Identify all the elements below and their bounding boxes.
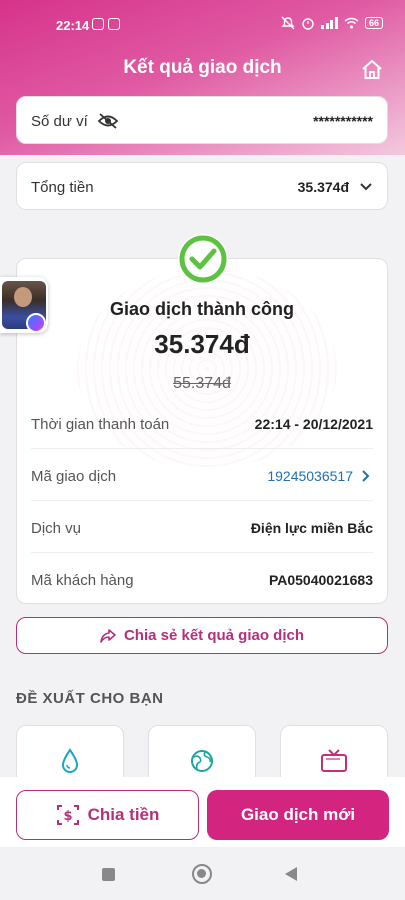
result-amount: 35.374đ [154,329,250,359]
detail-row-customer-id: Mã khách hàng PA05040021683 [31,553,373,605]
split-button-label: Chia tiền [87,805,160,824]
split-bill-icon: $ [56,805,79,825]
detail-row-service: Dịch vụ Điện lực miền Bắc [31,501,373,553]
battery-icon: 66 [364,17,383,29]
recent-apps-button[interactable] [102,868,115,881]
mute-icon [281,16,296,30]
back-button[interactable] [285,867,297,881]
share-icon [100,628,116,643]
tv-icon [321,749,347,772]
messenger-icon [26,313,46,333]
home-nav-button[interactable] [192,864,212,884]
detail-label: Mã giao dịch [31,468,117,485]
wifi-icon [344,17,359,29]
transaction-id-link[interactable]: 19245036517 [267,468,353,484]
signal-icon [321,17,338,29]
status-indicators: 66 [281,16,383,30]
wallet-balance-card: Số dư ví *********** [16,96,388,144]
original-amount: 55.374đ [173,375,231,392]
app-notification-icon [92,18,104,30]
suggestions-title: ĐỀ XUẤT CHO BẠN [16,690,164,707]
share-button-label: Chia sẻ kết quả giao dịch [123,627,305,644]
eye-off-icon[interactable] [97,112,119,130]
detail-row-transaction-id[interactable]: Mã giao dịch 19245036517 [31,449,373,501]
transaction-result-card: Giao dịch thành công 35.374đ 55.374đ Thờ… [16,234,388,605]
suggestion-tv[interactable] [280,725,388,785]
detail-value: Điện lực miền Bắc [250,520,373,536]
new-transaction-label: Giao dịch mới [240,805,356,824]
new-transaction-button[interactable]: Giao dịch mới [207,790,389,840]
globe-icon [191,750,213,772]
svg-text:$: $ [63,809,72,824]
split-money-button[interactable]: $ Chia tiền [16,790,199,840]
chevron-right-icon[interactable] [361,469,371,483]
messenger-chat-head[interactable] [0,277,48,333]
detail-row-payment-time: Thời gian thanh toán 22:14 - 20/12/2021 [31,397,373,449]
detail-value: PA05040021683 [268,572,373,588]
success-check-icon [178,234,228,284]
page-title: Kết quả giao dịch [123,57,282,78]
alarm-icon [302,18,315,30]
detail-label: Thời gian thanh toán [31,416,170,433]
result-status: Giao dịch thành công [110,299,294,319]
system-navigation-bar [0,847,405,900]
water-drop-icon [61,748,79,773]
total-amount-row[interactable]: Tổng tiền 35.374đ [16,162,388,210]
detail-label: Dịch vụ [31,520,82,537]
suggestion-water[interactable] [16,725,124,785]
detail-value: 22:14 - 20/12/2021 [254,416,373,432]
balance-label: Số dư ví [31,113,88,130]
total-label: Tổng tiền [31,179,94,196]
suggestion-internet[interactable] [148,725,256,785]
share-result-button[interactable]: Chia sẻ kết quả giao dịch [16,617,388,654]
app-notification-icon [108,18,120,30]
home-icon[interactable] [360,58,384,82]
status-bar: 22:14 66 [0,0,405,50]
balance-value: *********** [313,113,373,129]
detail-label: Mã khách hàng [31,572,134,589]
status-time: 22:14 [56,18,90,33]
total-value: 35.374đ [297,179,349,195]
chevron-down-icon[interactable] [359,181,373,193]
